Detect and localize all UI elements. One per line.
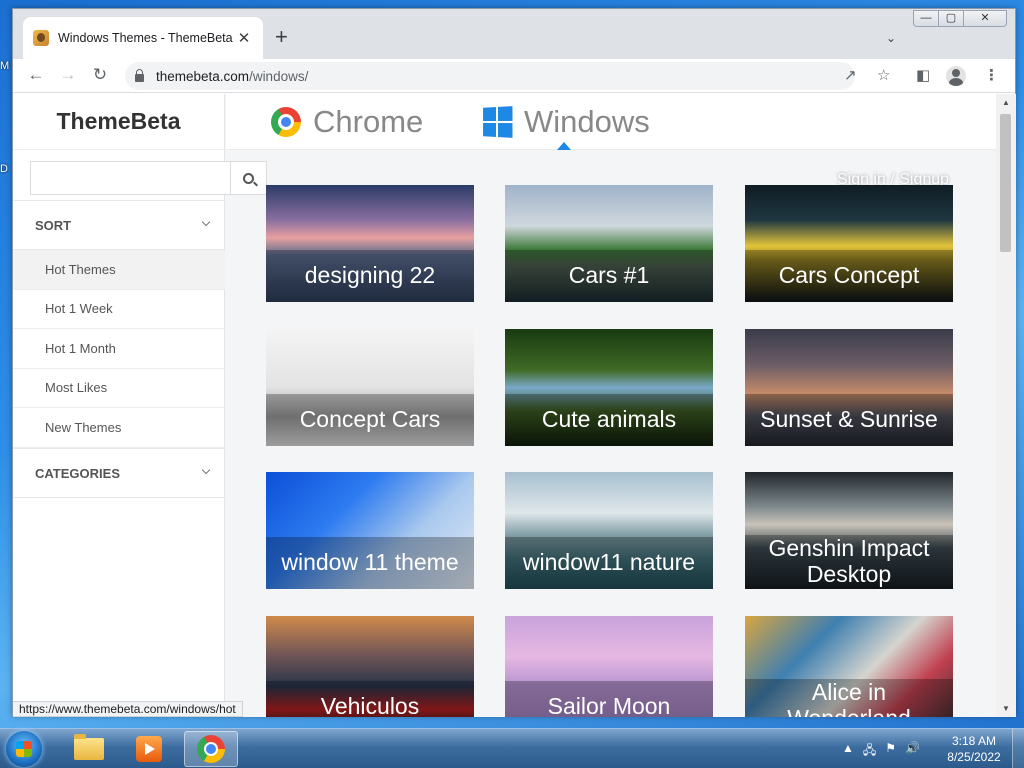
search-box <box>30 161 267 195</box>
minimize-button[interactable]: — <box>913 10 939 27</box>
theme-card[interactable]: Sailor Moon <box>505 616 713 717</box>
sort-label: SORT <box>35 217 72 233</box>
chevron-down-icon <box>201 465 211 475</box>
theme-card[interactable]: Cars #1 <box>505 185 713 302</box>
back-arrow-icon[interactable]: ← <box>25 65 47 85</box>
theme-card[interactable]: window11 nature <box>505 472 713 589</box>
sort-list: Hot Themes Hot 1 Week Hot 1 Month Most L… <box>13 250 225 448</box>
nav-windows-link[interactable]: Windows <box>482 104 650 140</box>
theme-card[interactable]: Vehiculos <box>266 616 474 717</box>
taskbar-clock[interactable]: 3:18 AM 8/25/2022 <box>940 733 1008 765</box>
chevron-down-icon <box>201 217 211 227</box>
theme-card[interactable]: Genshin Impact Desktop <box>745 472 953 589</box>
theme-title: Concept Cars <box>266 394 474 446</box>
theme-title: Cars Concept <box>745 250 953 302</box>
tab-search-chevron-icon[interactable]: ⌄ <box>886 31 896 45</box>
search-button[interactable] <box>230 162 266 194</box>
theme-card[interactable]: designing 22 <box>266 185 474 302</box>
clock-date: 8/25/2022 <box>947 750 1001 764</box>
network-icon[interactable]: 🖧 <box>863 741 876 762</box>
forward-arrow-icon[interactable]: → <box>57 65 79 85</box>
theme-title: Cars #1 <box>505 250 713 302</box>
taskbar-chrome-button[interactable] <box>184 731 238 767</box>
profile-avatar-icon[interactable] <box>946 66 966 86</box>
theme-title: Sailor Moon <box>505 681 713 717</box>
browser-tab-strip: Windows Themes - ThemeBeta ✕ + ⌄ — ▢ ✕ <box>13 9 1015 59</box>
browser-tab-active[interactable]: Windows Themes - ThemeBeta ✕ <box>23 17 263 59</box>
status-bar-link-preview: https://www.themebeta.com/windows/hot <box>13 701 243 717</box>
desktop-icon-label-fragment: D <box>0 163 8 175</box>
browser-window: Windows Themes - ThemeBeta ✕ + ⌄ — ▢ ✕ ←… <box>12 8 1016 717</box>
theme-title: designing 22 <box>266 250 474 302</box>
site-logo[interactable]: ThemeBeta <box>13 94 224 150</box>
system-tray: ▲ 🖧 ⚑ 🔊 <box>842 741 920 762</box>
scroll-up-arrow-icon[interactable]: ▲ <box>1002 98 1010 107</box>
search-input[interactable] <box>31 162 230 194</box>
address-bar[interactable]: themebeta.com/windows/ <box>125 62 855 90</box>
clock-time: 3:18 AM <box>951 734 997 748</box>
bookmark-star-icon[interactable]: ☆ <box>877 66 890 84</box>
sort-item-hot-1-week[interactable]: Hot 1 Week <box>13 290 225 329</box>
sort-item-hot-1-month[interactable]: Hot 1 Month <box>13 329 225 369</box>
close-window-button[interactable]: ✕ <box>963 10 1007 27</box>
theme-card[interactable]: Sunset & Sunrise <box>745 329 953 446</box>
nav-chrome-label: Chrome <box>313 104 424 139</box>
windows-taskbar: ▲ 🖧 ⚑ 🔊 3:18 AM 8/25/2022 <box>0 728 1024 768</box>
theme-card[interactable]: Cute animals <box>505 329 713 446</box>
window-controls: — ▢ ✕ <box>913 10 1007 27</box>
nav-windows-label: Windows <box>524 104 650 139</box>
action-center-flag-icon[interactable]: ⚑ <box>885 741 896 762</box>
start-button[interactable] <box>6 731 42 767</box>
folder-icon <box>74 734 104 760</box>
chrome-logo-icon <box>271 107 301 137</box>
new-tab-button[interactable]: + <box>275 26 288 48</box>
windows-logo-icon <box>483 106 513 138</box>
taskbar-explorer-button[interactable] <box>62 731 116 767</box>
volume-icon[interactable]: 🔊 <box>905 741 920 762</box>
theme-card[interactable]: Alice in Wonderland <box>745 616 953 717</box>
theme-title: window 11 theme <box>266 537 474 589</box>
show-desktop-button[interactable] <box>1012 729 1024 768</box>
active-nav-indicator <box>557 142 571 150</box>
theme-card[interactable]: Concept Cars <box>266 329 474 446</box>
sort-item-new-themes[interactable]: New Themes <box>13 408 225 448</box>
sort-section-header[interactable]: SORT <box>13 200 225 250</box>
scroll-down-arrow-icon[interactable]: ▼ <box>1002 704 1010 713</box>
share-icon[interactable]: ↗ <box>844 66 857 84</box>
theme-card[interactable]: window 11 theme <box>266 472 474 589</box>
taskbar-media-player-button[interactable] <box>122 731 176 767</box>
page-scrollbar[interactable]: ▲ ▼ <box>996 94 1016 717</box>
nav-chrome-link[interactable]: Chrome <box>271 104 423 140</box>
chrome-menu-icon[interactable]: ⋮ <box>984 66 999 84</box>
tab-title: Windows Themes - ThemeBeta <box>58 31 233 45</box>
reload-icon[interactable]: ↻ <box>89 65 111 85</box>
sort-item-hot-themes[interactable]: Hot Themes <box>13 250 225 290</box>
tray-expand-arrow-icon[interactable]: ▲ <box>842 741 854 762</box>
tab-close-icon[interactable]: ✕ <box>235 29 253 47</box>
side-panel-icon[interactable]: ◧ <box>916 66 930 84</box>
url-text[interactable]: themebeta.com/windows/ <box>156 69 308 84</box>
theme-title: Vehiculos <box>266 681 474 717</box>
browser-toolbar: ← → ↻ themebeta.com/windows/ ↗ ☆ ◧ ⋮ <box>13 59 1015 93</box>
theme-card[interactable]: Cars Concept <box>745 185 953 302</box>
lock-icon[interactable] <box>135 68 144 82</box>
scrollbar-thumb[interactable] <box>1000 114 1011 252</box>
desktop-icon-label-fragment: M <box>0 60 10 72</box>
search-icon <box>243 172 254 184</box>
sort-item-most-likes[interactable]: Most Likes <box>13 369 225 408</box>
categories-label: CATEGORIES <box>35 465 120 481</box>
maximize-button[interactable]: ▢ <box>938 10 964 27</box>
theme-title: Sunset & Sunrise <box>745 394 953 446</box>
theme-title: Cute animals <box>505 394 713 446</box>
theme-title: window11 nature <box>505 537 713 589</box>
sidebar: ThemeBeta SORT Hot Themes Hot 1 Week Hot… <box>13 94 267 717</box>
site-favicon-icon <box>33 30 49 46</box>
categories-section-header[interactable]: CATEGORIES <box>13 448 225 498</box>
web-page: ThemeBeta SORT Hot Themes Hot 1 Week Hot… <box>13 94 996 717</box>
theme-title: Genshin Impact Desktop <box>745 535 953 589</box>
media-player-icon <box>136 736 162 762</box>
theme-title: Alice in Wonderland <box>745 679 953 717</box>
chrome-icon <box>197 735 225 763</box>
top-navigation: Chrome Windows <box>226 94 996 150</box>
